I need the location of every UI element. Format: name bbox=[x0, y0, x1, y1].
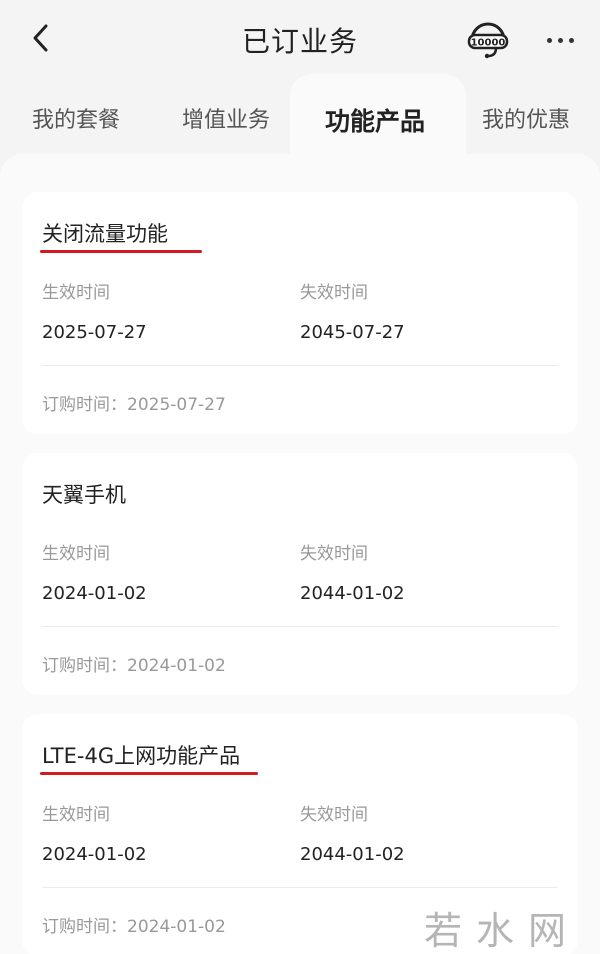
tab-my-plan[interactable]: 我的套餐 bbox=[32, 102, 120, 134]
start-time-value: 2024-01-02 bbox=[42, 583, 147, 604]
product-name: 关闭流量功能 bbox=[42, 222, 168, 246]
end-time-value: 2044-01-02 bbox=[300, 583, 405, 604]
order-time-label: 订购时间： bbox=[42, 656, 127, 676]
start-time-value: 2024-01-02 bbox=[42, 844, 147, 865]
tab-value-added[interactable]: 增值业务 bbox=[182, 102, 270, 134]
tab-bar: 我的套餐 增值业务 功能产品 我的优惠 bbox=[0, 74, 600, 164]
start-time-label: 生效时间 bbox=[42, 805, 110, 825]
10000-customer-service-icon: 10000 bbox=[467, 22, 509, 59]
dot bbox=[557, 37, 563, 43]
highlight-underline bbox=[40, 772, 258, 775]
tab-function-products[interactable]: 功能产品 bbox=[325, 102, 425, 138]
end-time-label: 失效时间 bbox=[300, 283, 368, 303]
highlight-underline bbox=[40, 250, 202, 253]
end-time-value: 2044-01-02 bbox=[300, 844, 405, 865]
end-time-label: 失效时间 bbox=[300, 544, 368, 564]
order-time-value: 2024-01-02 bbox=[127, 656, 226, 676]
start-time-value: 2025-07-27 bbox=[42, 322, 147, 343]
end-time-label: 失效时间 bbox=[300, 805, 368, 825]
end-time-value: 2045-07-27 bbox=[300, 322, 405, 343]
order-time: 订购时间：2025-07-27 bbox=[42, 390, 226, 415]
product-card[interactable]: 天翼手机 生效时间 失效时间 2024-01-02 2044-01-02 订购时… bbox=[22, 453, 578, 695]
product-name: LTE-4G上网功能产品 bbox=[42, 744, 241, 768]
top-bar: 已订业务 10000 bbox=[0, 0, 600, 80]
tab-my-offers[interactable]: 我的优惠 bbox=[482, 102, 570, 134]
start-time-label: 生效时间 bbox=[42, 544, 110, 564]
order-time-value: 2024-01-02 bbox=[127, 917, 226, 937]
order-time-label: 订购时间： bbox=[42, 917, 127, 937]
order-time-value: 2025-07-27 bbox=[127, 395, 226, 415]
page-title: 已订业务 bbox=[241, 25, 358, 58]
watermark: 若水网 bbox=[424, 909, 581, 953]
divider bbox=[42, 887, 558, 888]
divider bbox=[42, 365, 558, 366]
product-card[interactable]: 关闭流量功能 生效时间 失效时间 2025-07-27 2045-07-27 订… bbox=[22, 192, 578, 434]
dot bbox=[546, 37, 552, 43]
order-time: 订购时间：2024-01-02 bbox=[42, 651, 226, 676]
order-time-label: 订购时间： bbox=[42, 395, 127, 415]
divider bbox=[42, 626, 558, 627]
start-time-label: 生效时间 bbox=[42, 283, 110, 303]
order-time: 订购时间：2024-01-02 bbox=[42, 912, 226, 937]
customer-service-button[interactable]: 10000 bbox=[466, 18, 510, 62]
more-button[interactable] bbox=[540, 22, 580, 58]
dot bbox=[568, 37, 574, 43]
product-name: 天翼手机 bbox=[42, 483, 126, 507]
svg-text:10000: 10000 bbox=[471, 38, 506, 49]
